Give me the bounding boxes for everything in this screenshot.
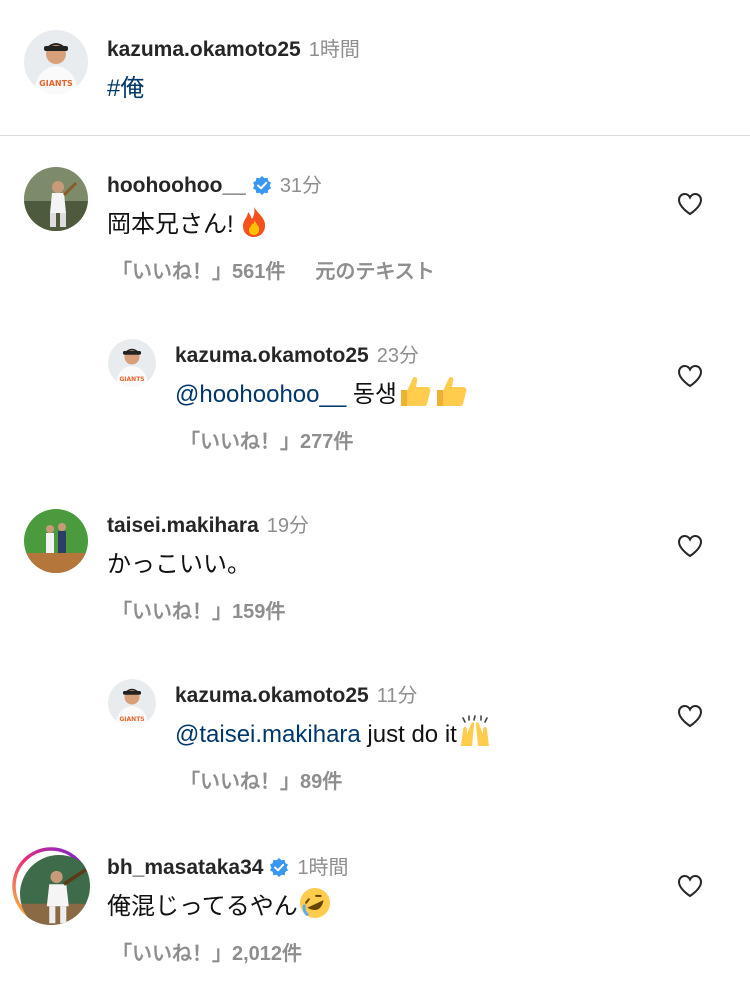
- comment-meta: 「いいね！」159件: [112, 595, 285, 624]
- post-caption: kazuma.okamoto25 1時間 #俺: [0, 0, 750, 136]
- heart-icon[interactable]: [677, 192, 703, 216]
- avatar[interactable]: [24, 167, 88, 231]
- comment-meta: 「いいね！」561件 元のテキスト: [112, 255, 435, 284]
- comment-meta: 「いいね！」277件: [180, 425, 353, 454]
- caption-header: kazuma.okamoto25 1時間: [107, 33, 360, 62]
- comment-meta: 「いいね！」2,012件: [112, 937, 302, 966]
- raising-hands-icon: [460, 715, 489, 746]
- heart-icon[interactable]: [677, 874, 703, 898]
- mention-link[interactable]: @hoohoohoo__: [175, 381, 346, 408]
- timestamp: 1時間: [297, 857, 349, 879]
- heart-icon[interactable]: [677, 534, 703, 558]
- username[interactable]: bh_masataka34: [107, 856, 263, 879]
- timestamp: 23分: [376, 345, 419, 367]
- heart-icon[interactable]: [677, 704, 703, 728]
- avatar[interactable]: [108, 679, 156, 727]
- likes-count[interactable]: 「いいね！」2,012件: [112, 943, 302, 965]
- verified-badge-icon: [252, 176, 271, 195]
- avatar[interactable]: [108, 339, 156, 387]
- hashtag-link[interactable]: #俺: [107, 68, 144, 103]
- timestamp: 11分: [376, 685, 418, 707]
- username[interactable]: hoohoohoo__: [107, 174, 246, 197]
- thumbs-up-icon: [437, 377, 467, 406]
- likes-count[interactable]: 「いいね！」159件: [112, 601, 285, 623]
- avatar-story-ring[interactable]: [12, 847, 90, 925]
- verified-badge-icon: [270, 858, 289, 877]
- username[interactable]: kazuma.okamoto25: [107, 38, 301, 61]
- comment-meta: 「いいね！」89件: [180, 765, 342, 794]
- heart-icon[interactable]: [677, 364, 703, 388]
- likes-count[interactable]: 「いいね！」277件: [180, 431, 353, 453]
- comment-text: @taisei.makihara just do it: [175, 714, 493, 749]
- likes-count[interactable]: 「いいね！」89件: [180, 771, 342, 793]
- timestamp: 19分: [266, 515, 310, 537]
- see-original-link[interactable]: 元のテキスト: [315, 261, 434, 283]
- avatar[interactable]: [24, 509, 88, 573]
- mention-link[interactable]: @taisei.makihara: [175, 721, 361, 748]
- comment-text: 岡本兄さん!: [107, 204, 268, 239]
- timestamp: 31分: [279, 175, 323, 197]
- comment-text: かっこいい。: [107, 551, 251, 578]
- username[interactable]: taisei.makihara: [107, 514, 259, 537]
- thumbs-up-icon: [401, 377, 431, 406]
- avatar[interactable]: [24, 30, 88, 94]
- comment-text: @hoohoohoo__ 동생: [175, 374, 469, 409]
- rofl-icon: [299, 888, 330, 918]
- comment-text: 俺混じってるやん: [107, 886, 332, 921]
- username[interactable]: kazuma.okamoto25: [175, 684, 369, 707]
- timestamp: 1時間: [308, 39, 360, 61]
- likes-count[interactable]: 「いいね！」561件: [112, 261, 285, 283]
- username[interactable]: kazuma.okamoto25: [175, 344, 369, 367]
- fire-icon: [243, 207, 266, 237]
